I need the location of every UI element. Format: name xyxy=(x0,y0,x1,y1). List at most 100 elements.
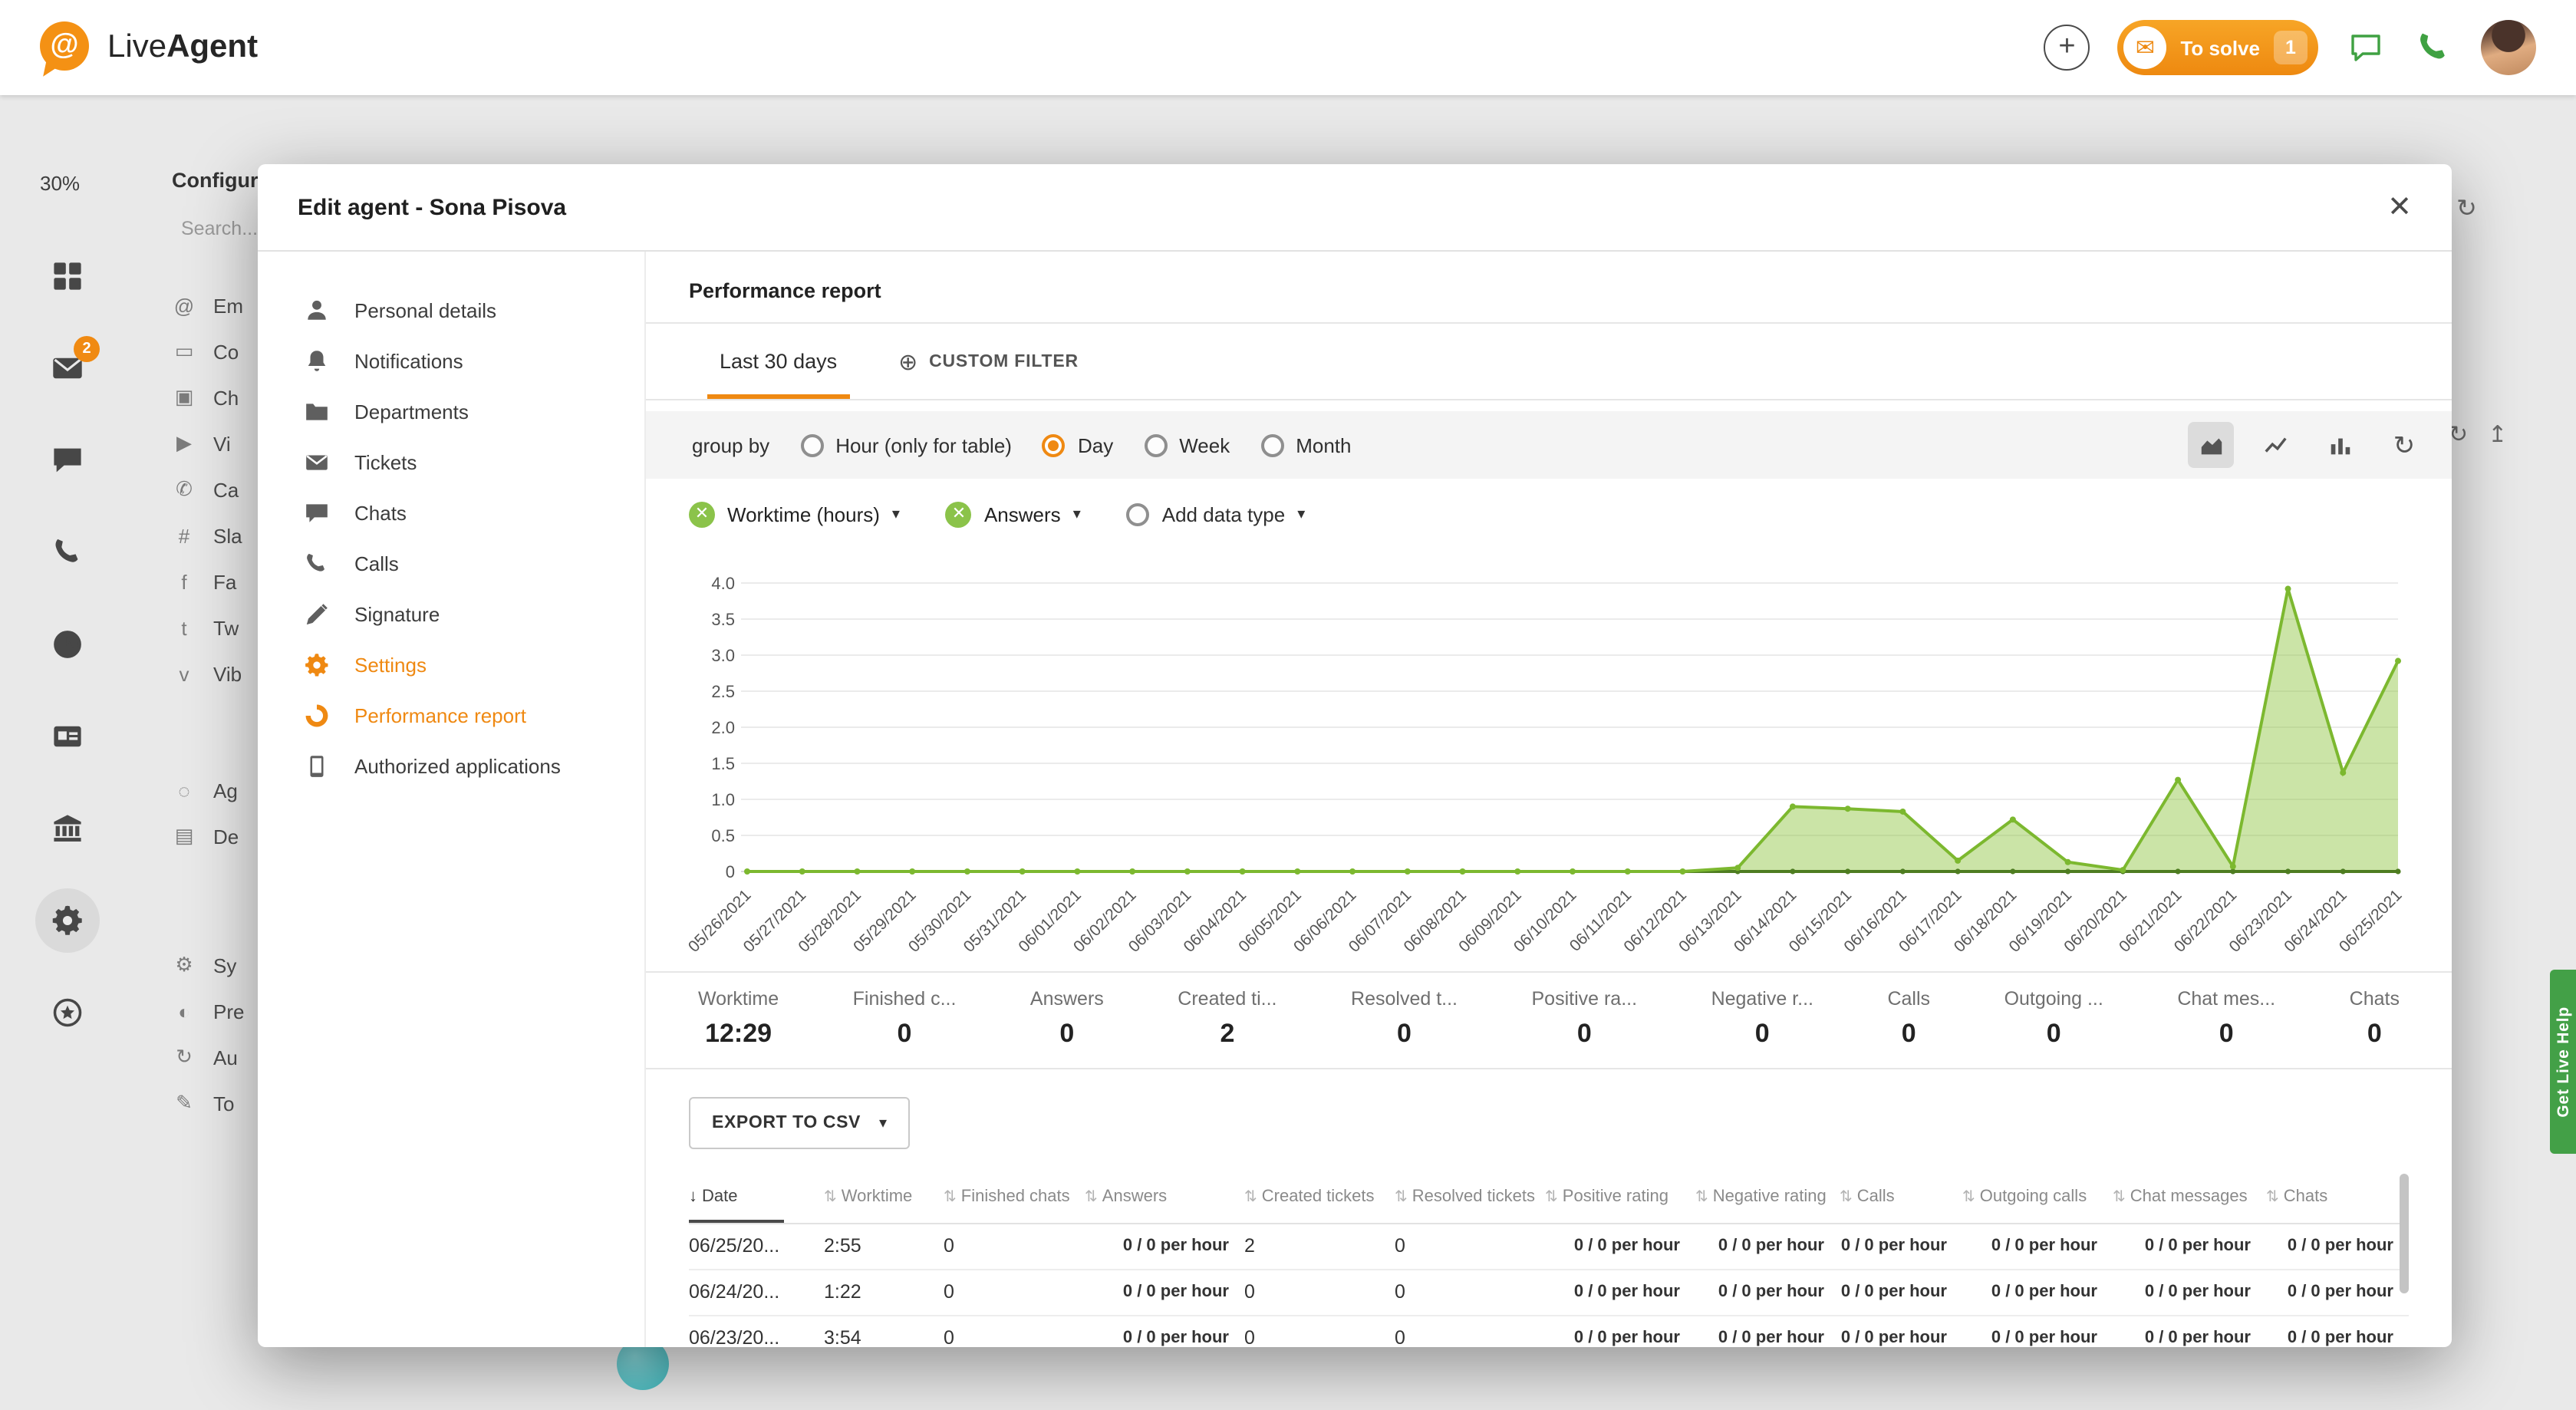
modal-nav-calls[interactable]: Calls xyxy=(258,539,644,589)
col-positive-rating[interactable]: ⇅Positive rating xyxy=(1545,1171,1695,1223)
group-by-toolbar: group by Hour (only for table)DayWeekMon… xyxy=(646,411,2452,479)
col-chat-messages[interactable]: ⇅Chat messages xyxy=(2113,1171,2266,1223)
col-date[interactable]: ↓Date xyxy=(689,1171,824,1223)
col-created-tickets[interactable]: ⇅Created tickets xyxy=(1244,1171,1395,1223)
rail-tickets[interactable]: 2 xyxy=(0,322,135,414)
modal-nav-signature[interactable]: Signature xyxy=(258,589,644,640)
config-item-co[interactable]: ▭Co xyxy=(172,328,244,374)
close-icon[interactable]: ✕ xyxy=(2387,193,2412,222)
performance-chart: 00.51.01.52.02.53.03.54.005/26/202105/27… xyxy=(689,575,2409,959)
report-icon xyxy=(304,703,330,729)
config-item-vib[interactable]: vVib xyxy=(172,651,244,697)
config-item-sla[interactable]: #Sla xyxy=(172,512,244,558)
line-chart-icon[interactable] xyxy=(2252,422,2298,468)
area-chart-icon[interactable] xyxy=(2188,422,2234,468)
refresh-icon[interactable]: ↻ xyxy=(2381,422,2427,468)
config-item-to[interactable]: ✎To xyxy=(172,1080,244,1126)
modal-nav: Personal detailsNotificationsDepartments… xyxy=(258,252,644,1347)
chats-icon xyxy=(51,443,84,477)
refresh-icon[interactable]: ↻ xyxy=(2456,193,2477,224)
rail-chats[interactable] xyxy=(0,414,135,506)
rail-premium[interactable] xyxy=(0,967,135,1059)
rail-billing[interactable] xyxy=(0,782,135,875)
export-to-csv-button[interactable]: EXPORT TO CSV ▾ xyxy=(689,1097,911,1149)
bar-chart-icon[interactable] xyxy=(2317,422,2363,468)
chat-bubble-icon xyxy=(304,500,330,526)
liveagent-logo[interactable]: @ LiveAgent xyxy=(40,21,258,74)
modal-nav-performance-report[interactable]: Performance report xyxy=(258,690,644,741)
chevron-down-icon[interactable]: ▾ xyxy=(1073,506,1081,523)
rail-settings[interactable] xyxy=(0,875,135,967)
rail-dashboard[interactable] xyxy=(0,230,135,322)
chat-outline-icon xyxy=(2347,29,2384,66)
report-table: ↓Date⇅Worktime⇅Finished chats⇅Answers⇅Cr… xyxy=(689,1171,2409,1347)
summary-answers: Answers0 xyxy=(1030,988,1104,1049)
group-by-day[interactable]: Day xyxy=(1043,433,1113,456)
add-data-type[interactable]: Add data type▾ xyxy=(1127,503,1306,526)
config-item-ch[interactable]: ▣Ch xyxy=(172,374,244,420)
rail-calls[interactable] xyxy=(0,506,135,598)
calls-header-button[interactable] xyxy=(2413,28,2453,68)
config-item-au[interactable]: ↻Au xyxy=(172,1034,244,1080)
rail-contacts[interactable] xyxy=(0,690,135,782)
premium-icon xyxy=(51,996,84,1029)
modal-nav-departments[interactable]: Departments xyxy=(258,387,644,437)
config-item-de[interactable]: ▤De xyxy=(172,813,244,859)
table-scrollbar[interactable] xyxy=(2400,1174,2409,1293)
col-chats[interactable]: ⇅Chats xyxy=(2266,1171,2409,1223)
add-new-button[interactable]: + xyxy=(2044,25,2090,71)
chip-answers[interactable]: ✕Answers▾ xyxy=(946,502,1081,528)
col-outgoing-calls[interactable]: ⇅Outgoing calls xyxy=(1962,1171,2113,1223)
col-resolved-tickets[interactable]: ⇅Resolved tickets xyxy=(1395,1171,1545,1223)
modal-nav-personal-details[interactable]: Personal details xyxy=(258,285,644,336)
config-item-fa[interactable]: fFa xyxy=(172,558,244,605)
col-calls[interactable]: ⇅Calls xyxy=(1840,1171,1962,1223)
user-avatar[interactable] xyxy=(2481,20,2536,75)
config-item-tw[interactable]: tTw xyxy=(172,605,244,651)
chip-worktime-hours[interactable]: ✕Worktime (hours)▾ xyxy=(689,502,900,528)
modal-nav-chats[interactable]: Chats xyxy=(258,488,644,539)
scroll-top-icon[interactable]: ↥ xyxy=(2488,420,2507,448)
chevron-down-icon[interactable]: ▾ xyxy=(892,506,900,523)
remove-icon[interactable]: ✕ xyxy=(946,502,972,528)
group-by-month[interactable]: Month xyxy=(1260,433,1351,456)
col-negative-rating[interactable]: ⇅Negative rating xyxy=(1695,1171,1840,1223)
col-worktime[interactable]: ⇅Worktime xyxy=(824,1171,944,1223)
group-by-week[interactable]: Week xyxy=(1144,433,1230,456)
config-item-ca[interactable]: ✆Ca xyxy=(172,466,244,512)
config-item-sy[interactable]: ⚙Sy xyxy=(172,942,244,988)
data-type-chips: ✕Worktime (hours)▾ ✕Answers▾ Add data type… xyxy=(670,479,2409,551)
tab-last-30-days[interactable]: Last 30 days xyxy=(720,324,837,399)
envelope-icon xyxy=(304,450,330,476)
group-by-hour-only-for-table[interactable]: Hour (only for table) xyxy=(800,433,1012,456)
svg-text:0: 0 xyxy=(726,862,735,881)
remove-icon[interactable]: ✕ xyxy=(689,502,715,528)
get-live-help-tab[interactable]: Get Live Help xyxy=(2550,970,2576,1154)
config-item-em[interactable]: @Em xyxy=(172,282,244,328)
twitter-icon: t xyxy=(172,616,196,639)
svg-text:1.0: 1.0 xyxy=(711,790,735,809)
chats-header-button[interactable] xyxy=(2346,28,2386,68)
to-solve-count: 1 xyxy=(2274,31,2308,64)
to-solve-button[interactable]: ✉ To solve 1 xyxy=(2117,20,2318,75)
search-input[interactable]: Search... xyxy=(181,218,258,239)
viber-icon: v xyxy=(172,662,196,685)
config-item-ag[interactable]: ◌Ag xyxy=(172,767,244,813)
modal-nav-notifications[interactable]: Notifications xyxy=(258,336,644,387)
chart-type-switcher: ↻ xyxy=(2188,422,2427,468)
modal-title: Edit agent - Sona Pisova xyxy=(298,194,566,220)
summary-resolved-t: Resolved t...0 xyxy=(1351,988,1458,1049)
configuration-list: @Em▭Co▣Ch▶Vi✆Ca#SlafFatTwvVib ◌Ag▤De ⚙Sy◐P… xyxy=(172,282,244,1126)
config-item-pre[interactable]: ◐Pre xyxy=(172,988,244,1034)
col-answers[interactable]: ⇅Answers xyxy=(1085,1171,1244,1223)
rail-history[interactable] xyxy=(0,598,135,690)
sort-icon: ⇅ xyxy=(824,1189,837,1206)
col-finished-chats[interactable]: ⇅Finished chats xyxy=(944,1171,1085,1223)
modal-nav-authorized-applications[interactable]: Authorized applications xyxy=(258,741,644,792)
modal-nav-settings[interactable]: Settings xyxy=(258,640,644,690)
config-item-vi[interactable]: ▶Vi xyxy=(172,420,244,466)
tab-custom-filter[interactable]: ⊕ CUSTOM FILTER xyxy=(898,324,1079,399)
edit-agent-modal: Edit agent - Sona Pisova ✕ Personal deta… xyxy=(258,164,2452,1347)
modal-nav-tickets[interactable]: Tickets xyxy=(258,437,644,488)
sort-icon: ⇅ xyxy=(1962,1189,1975,1206)
